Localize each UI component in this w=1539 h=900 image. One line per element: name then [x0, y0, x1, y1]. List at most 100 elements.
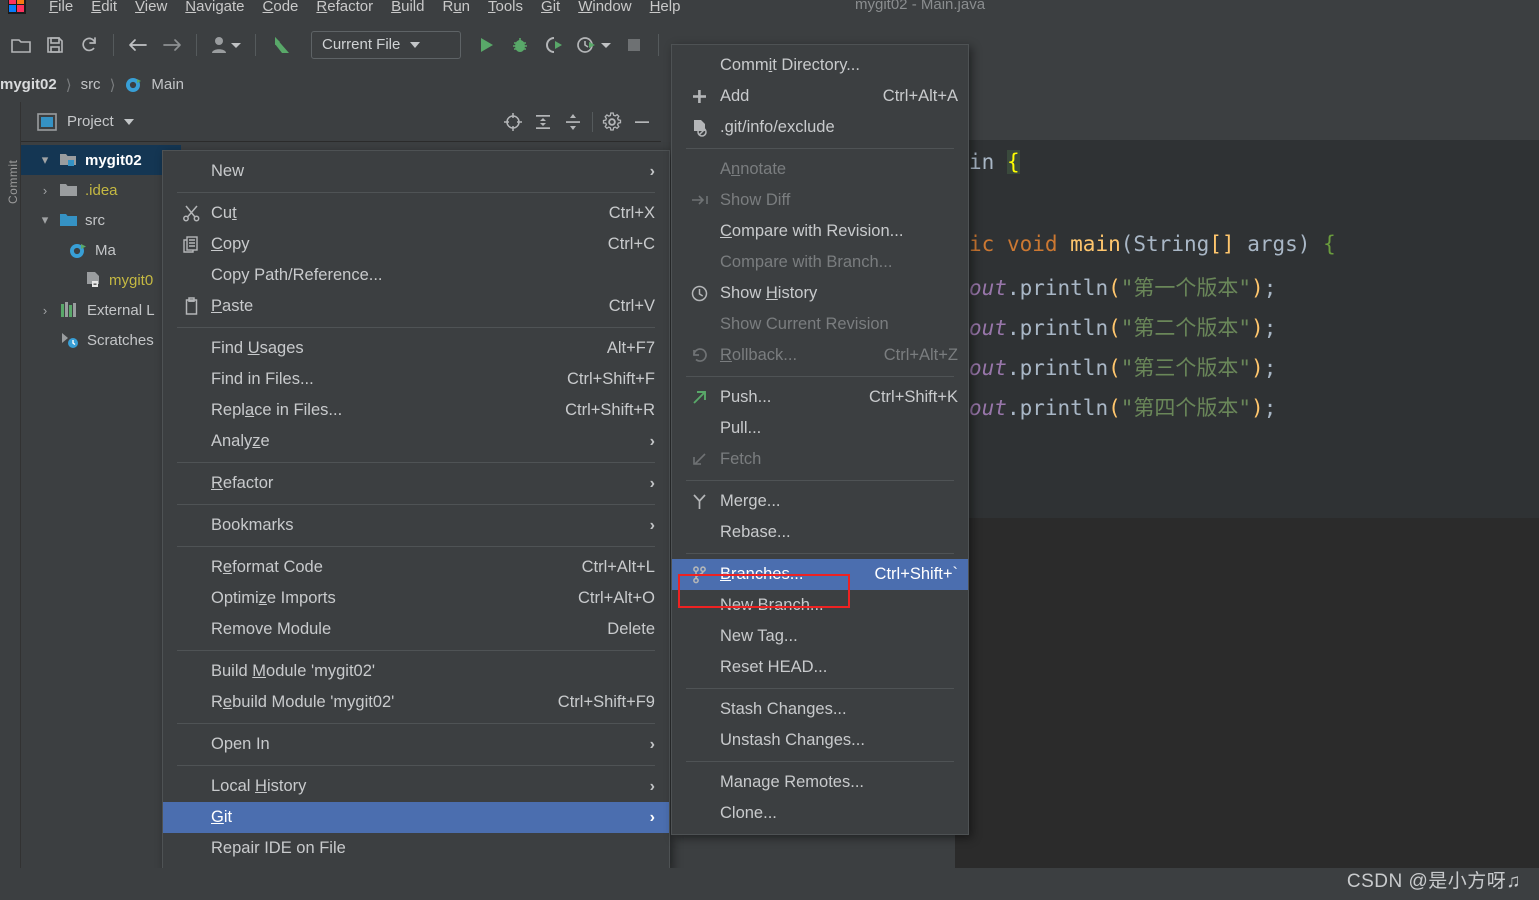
- git-menu-item-show-current-revision[interactable]: Show Current Revision: [672, 309, 968, 340]
- breadcrumb-item-class[interactable]: Main: [124, 75, 184, 95]
- menu-item-shortcut: Ctrl+C: [607, 235, 655, 253]
- menu-item-rebuild-module-mygit02[interactable]: Rebuild Module 'mygit02' Ctrl+Shift+F9: [163, 687, 669, 718]
- git-menu-item-reset-head[interactable]: Reset HEAD...: [672, 652, 968, 683]
- git-menu-item-pull[interactable]: Pull...: [672, 413, 968, 444]
- sync-icon[interactable]: [72, 28, 106, 62]
- menu-git[interactable]: Git: [532, 0, 569, 18]
- menu-item-reformat-code[interactable]: Reformat Code Ctrl+Alt+L: [163, 552, 669, 583]
- git-menu-item-git-info-exclude[interactable]: .git/info/exclude: [672, 112, 968, 143]
- menu-item-analyze[interactable]: Analyze ›: [163, 426, 669, 457]
- menu-separator: [177, 546, 655, 547]
- git-menu-item-rebase[interactable]: Rebase...: [672, 517, 968, 548]
- code-editor[interactable]: in {ic void main(String[] args) {out.pri…: [955, 140, 1539, 518]
- menu-item-label: Find in Files...: [211, 370, 314, 388]
- git-menu-item-branches[interactable]: Branches... Ctrl+Shift+`: [672, 559, 968, 590]
- menu-item-git[interactable]: Git ›: [163, 802, 669, 833]
- git-menu-item-compare-with-revision[interactable]: Compare with Revision...: [672, 216, 968, 247]
- git-menu-item-fetch[interactable]: Fetch: [672, 444, 968, 475]
- menu-item-copy[interactable]: Copy Ctrl+C: [163, 229, 669, 260]
- git-menu-item-merge[interactable]: Merge...: [672, 486, 968, 517]
- menu-item-paste[interactable]: Paste Ctrl+V: [163, 291, 669, 322]
- stop-icon[interactable]: [617, 28, 651, 62]
- chevron-down-icon[interactable]: ▾: [37, 212, 53, 228]
- breadcrumb-item-project[interactable]: mygit02: [0, 76, 57, 93]
- git-menu-item-annotate[interactable]: Annotate: [672, 154, 968, 185]
- menu-item-new[interactable]: New ›: [163, 156, 669, 187]
- chevron-right-icon[interactable]: ›: [37, 183, 53, 198]
- menu-window[interactable]: Window: [569, 0, 640, 18]
- run-icon[interactable]: [469, 28, 503, 62]
- menu-item-copy-path-reference[interactable]: Copy Path/Reference...: [163, 260, 669, 291]
- menu-item-label: Git: [211, 808, 233, 826]
- git-menu-item-add[interactable]: Add Ctrl+Alt+A: [672, 81, 968, 112]
- tree-item-mygit02[interactable]: ▾ mygit02: [21, 145, 181, 175]
- menu-navigate[interactable]: Navigate: [176, 0, 253, 18]
- menu-item-local-history[interactable]: Local History ›: [163, 771, 669, 802]
- git-menu-item-rollback[interactable]: Rollback... Ctrl+Alt+Z: [672, 340, 968, 371]
- chevron-down-icon[interactable]: [123, 118, 134, 125]
- breadcrumb-item-src[interactable]: src: [81, 76, 101, 93]
- git-menu-item-compare-with-branch[interactable]: Compare with Branch...: [672, 247, 968, 278]
- git-menu-item-label: Reset HEAD...: [720, 658, 828, 676]
- back-arrow-icon[interactable]: [121, 28, 155, 62]
- git-menu-item-commit-directory[interactable]: Commit Directory...: [672, 50, 968, 81]
- menu-item-label: Cut: [211, 204, 237, 222]
- open-folder-icon[interactable]: [4, 28, 38, 62]
- git-menu-item-label: Show Diff: [720, 191, 791, 209]
- hide-panel-icon[interactable]: [631, 111, 653, 133]
- menu-code[interactable]: Code: [254, 0, 308, 18]
- project-context-menu[interactable]: New › Cut Ctrl+X Copy Ctrl+C Copy Path/Referen…: [162, 150, 670, 870]
- update-project-icon[interactable]: [263, 28, 303, 62]
- menu-item-shortcut: Ctrl+Shift+F: [566, 370, 655, 388]
- menu-item-refactor[interactable]: Refactor ›: [163, 468, 669, 499]
- menu-build[interactable]: Build: [382, 0, 433, 18]
- git-menu-item-stash-changes[interactable]: Stash Changes...: [672, 694, 968, 725]
- profiler-icon[interactable]: [571, 28, 617, 62]
- menu-item-repair-ide-on-file[interactable]: Repair IDE on File: [163, 833, 669, 864]
- menu-item-optimize-imports[interactable]: Optimize Imports Ctrl+Alt+O: [163, 583, 669, 614]
- locate-target-icon[interactable]: [502, 111, 524, 133]
- collapse-all-icon[interactable]: [562, 111, 584, 133]
- forward-arrow-icon[interactable]: [155, 28, 189, 62]
- run-with-coverage-icon[interactable]: [537, 28, 571, 62]
- menu-item-cut[interactable]: Cut Ctrl+X: [163, 198, 669, 229]
- menu-tools[interactable]: Tools: [479, 0, 532, 18]
- menu-edit[interactable]: Edit: [82, 0, 126, 18]
- save-icon[interactable]: [38, 28, 72, 62]
- git-menu-item-push[interactable]: Push... Ctrl+Shift+K: [672, 382, 968, 413]
- git-menu-item-label: Stash Changes...: [720, 700, 847, 718]
- git-menu-item-manage-remotes[interactable]: Manage Remotes...: [672, 767, 968, 798]
- menu-item-replace-in-files[interactable]: Replace in Files... Ctrl+Shift+R: [163, 395, 669, 426]
- user-avatar-icon[interactable]: [204, 28, 248, 62]
- chevron-right-icon[interactable]: ›: [37, 303, 53, 318]
- menu-file[interactable]: File: [40, 0, 82, 18]
- menu-item-open-in[interactable]: Open In ›: [163, 729, 669, 760]
- menu-item-label: Copy Path/Reference...: [211, 266, 383, 284]
- git-menu-item-label: Rebase...: [720, 523, 791, 541]
- left-strip-label[interactable]: Commit: [6, 134, 20, 204]
- menu-item-label: Remove Module: [211, 620, 332, 638]
- menu-item-find-in-files[interactable]: Find in Files... Ctrl+Shift+F: [163, 364, 669, 395]
- menu-help[interactable]: Help: [641, 0, 690, 18]
- git-menu-item-show-history[interactable]: Show History: [672, 278, 968, 309]
- menu-run[interactable]: Run: [433, 0, 479, 18]
- menu-item-build-module-mygit02[interactable]: Build Module 'mygit02': [163, 656, 669, 687]
- menu-item-bookmarks[interactable]: Bookmarks ›: [163, 510, 669, 541]
- git-menu-item-new-branch[interactable]: New Branch...: [672, 590, 968, 621]
- git-menu-item-new-tag[interactable]: New Tag...: [672, 621, 968, 652]
- git-submenu[interactable]: Commit Directory... Add Ctrl+Alt+A .git/inf…: [671, 44, 969, 835]
- menu-item-find-usages[interactable]: Find Usages Alt+F7: [163, 333, 669, 364]
- settings-gear-icon[interactable]: [601, 111, 623, 133]
- run-configuration-selector[interactable]: Current File: [311, 30, 461, 59]
- menu-item-label: Bookmarks: [211, 516, 294, 534]
- git-menu-item-clone[interactable]: Clone...: [672, 798, 968, 829]
- menu-view[interactable]: View: [126, 0, 176, 18]
- git-menu-item-show-diff[interactable]: Show Diff: [672, 185, 968, 216]
- expand-all-icon[interactable]: [532, 111, 554, 133]
- menu-refactor[interactable]: Refactor: [307, 0, 382, 18]
- debug-icon[interactable]: [503, 28, 537, 62]
- menu-item-remove-module[interactable]: Remove Module Delete: [163, 614, 669, 645]
- source-folder-icon: [59, 211, 79, 229]
- git-menu-item-unstash-changes[interactable]: Unstash Changes...: [672, 725, 968, 756]
- chevron-down-icon[interactable]: ▾: [37, 152, 53, 168]
